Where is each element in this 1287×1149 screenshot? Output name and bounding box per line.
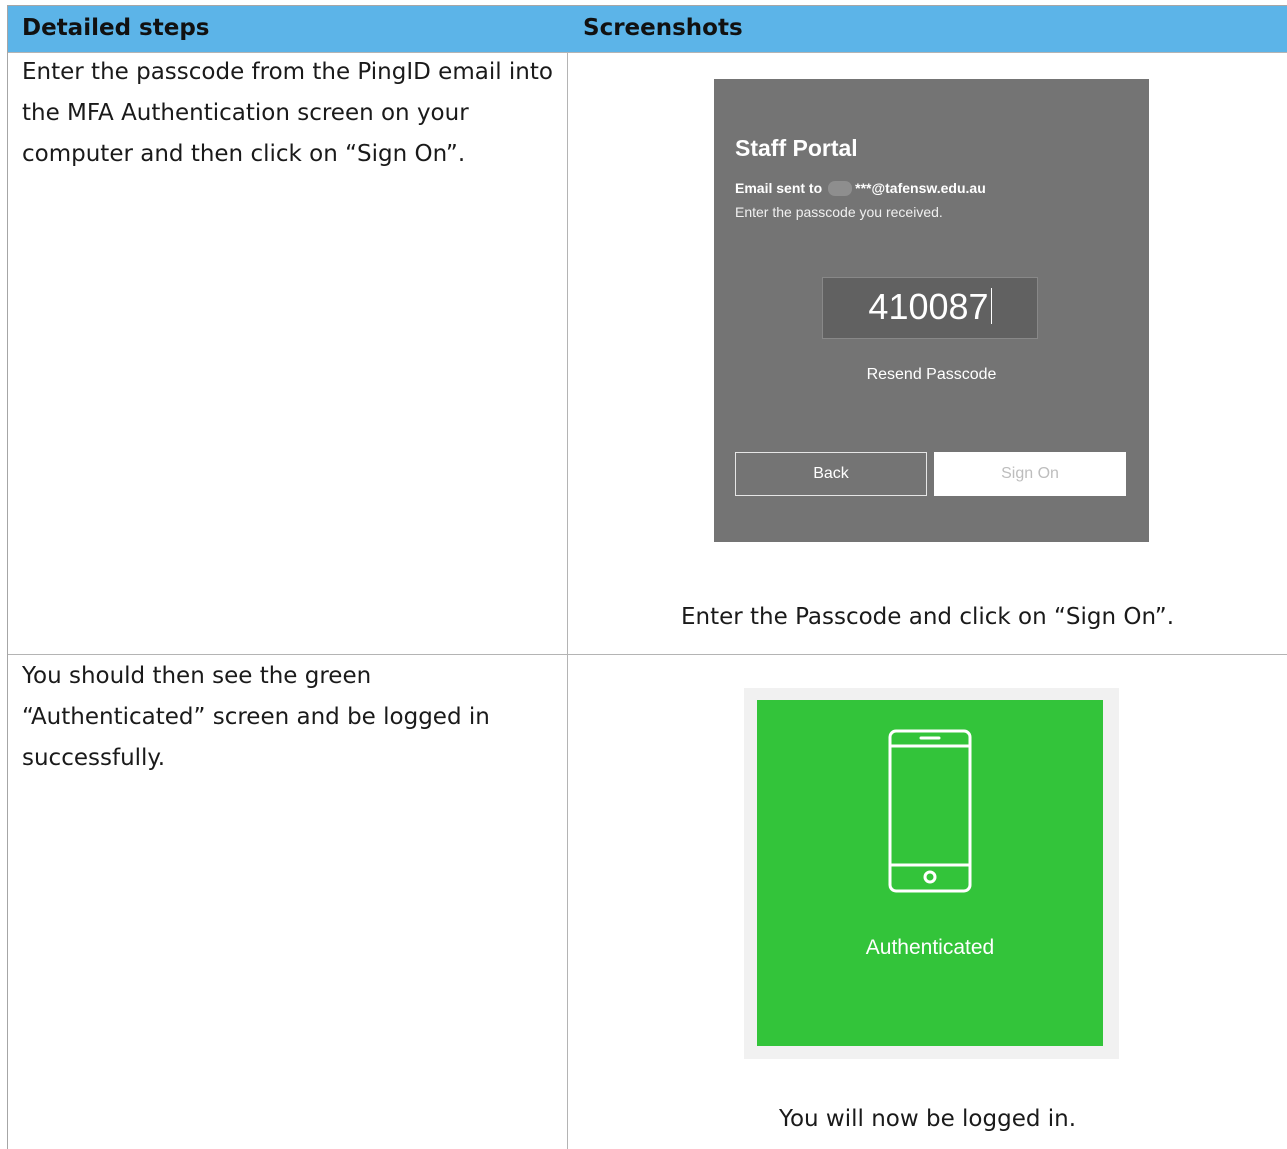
redacted-name bbox=[828, 180, 853, 196]
authenticated-panel: Authenticated bbox=[757, 700, 1103, 1046]
resend-passcode-link[interactable]: Resend Passcode bbox=[714, 366, 1149, 384]
phone-icon bbox=[888, 729, 972, 893]
portal-email-line: Email sent to ***@tafensw.edu.au bbox=[735, 180, 986, 196]
sign-on-button[interactable]: Sign On bbox=[934, 452, 1126, 496]
table-border-left bbox=[7, 5, 8, 1149]
header-detailed-steps: Detailed steps bbox=[22, 15, 210, 41]
portal-instruction: Enter the passcode you received. bbox=[735, 204, 943, 220]
back-button[interactable]: Back bbox=[735, 452, 927, 496]
authenticated-label: Authenticated bbox=[865, 936, 995, 959]
screenshot-1-caption: Enter the Passcode and click on “Sign On… bbox=[680, 604, 1175, 630]
passcode-value: 410087 bbox=[868, 286, 989, 327]
text-caret bbox=[990, 288, 992, 325]
staff-portal-screenshot: Staff Portal Email sent to ***@tafensw.e… bbox=[714, 79, 1149, 542]
passcode-input[interactable]: 410087 bbox=[822, 277, 1038, 339]
screenshot-2-caption: You will now be logged in. bbox=[778, 1106, 1077, 1132]
email-prefix: Email sent to bbox=[735, 180, 823, 196]
step-1-text: Enter the passcode from the PingID email… bbox=[22, 59, 553, 167]
step-2-text: You should then see the green “Authentic… bbox=[22, 663, 490, 771]
row-divider bbox=[8, 654, 1287, 655]
column-divider bbox=[567, 52, 568, 1149]
portal-title: Staff Portal bbox=[735, 135, 858, 161]
authenticated-screenshot: Authenticated bbox=[744, 688, 1119, 1059]
header-screenshots: Screenshots bbox=[583, 15, 743, 41]
document-page: Detailed steps Screenshots Enter the pas… bbox=[0, 0, 1287, 1149]
table-header: Detailed steps Screenshots bbox=[8, 6, 1287, 52]
email-masked: ***@tafensw.edu.au bbox=[855, 180, 986, 196]
